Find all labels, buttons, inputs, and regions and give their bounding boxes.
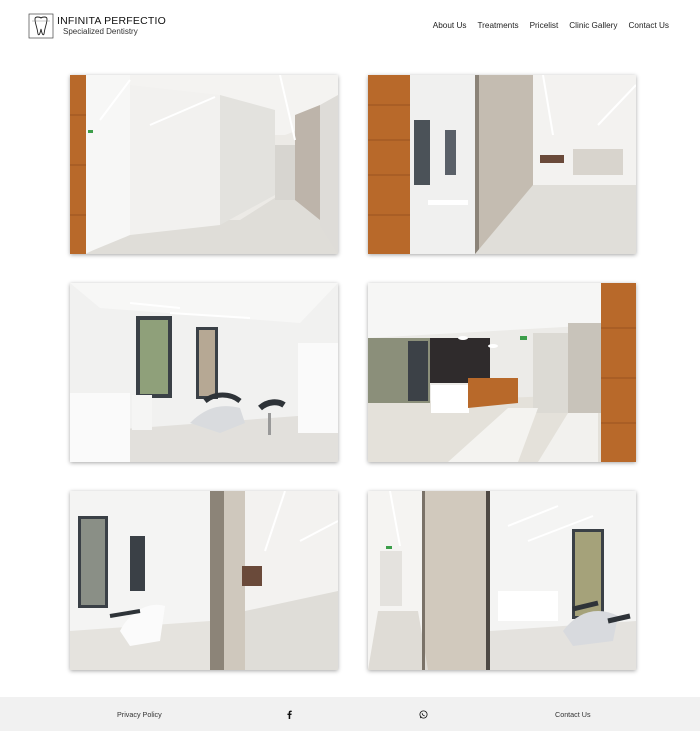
site-footer: Privacy Policy Contact Us [0, 697, 700, 731]
facebook-icon[interactable] [285, 710, 294, 719]
whatsapp-icon[interactable] [419, 709, 428, 719]
nav-contact-us[interactable]: Contact Us [629, 21, 670, 30]
nav-about-us[interactable]: About Us [433, 21, 467, 30]
treatment-room-through-door-icon [70, 491, 338, 670]
tooth-logo-icon [28, 13, 54, 39]
brand-name: INFINITA PERFECTIO [57, 14, 166, 27]
reception-desk-icon [368, 283, 636, 462]
gallery-photo-corridor-to-room[interactable] [368, 491, 636, 670]
gallery-photo-glass-door[interactable] [368, 75, 636, 254]
site-header: INFINITA PERFECTIO Specialized Dentistry… [0, 0, 700, 60]
dental-treatment-room-icon [70, 283, 338, 462]
gallery-photo-treatment-room[interactable] [70, 283, 338, 462]
gallery-photo-reception[interactable] [368, 283, 636, 462]
gallery-photo-room-through-door[interactable] [70, 491, 338, 670]
corridor-to-treatment-room-icon [368, 491, 636, 670]
nav-treatments[interactable]: Treatments [477, 21, 518, 30]
gallery-photo-corridor[interactable] [70, 75, 338, 254]
brand-tagline: Specialized Dentistry [63, 27, 138, 37]
glass-door-wood-panel-icon [368, 75, 636, 254]
footer-contact-link[interactable]: Contact Us [555, 710, 591, 719]
nav-clinic-gallery[interactable]: Clinic Gallery [569, 21, 617, 30]
nav-pricelist[interactable]: Pricelist [530, 21, 559, 30]
corridor-white-walls-wood-panel-icon [70, 75, 338, 254]
logo[interactable]: INFINITA PERFECTIO Specialized Dentistry [28, 13, 166, 39]
main-nav: About Us Treatments Pricelist Clinic Gal… [433, 21, 669, 30]
clinic-gallery-grid [70, 75, 636, 670]
privacy-policy-link[interactable]: Privacy Policy [117, 710, 162, 719]
